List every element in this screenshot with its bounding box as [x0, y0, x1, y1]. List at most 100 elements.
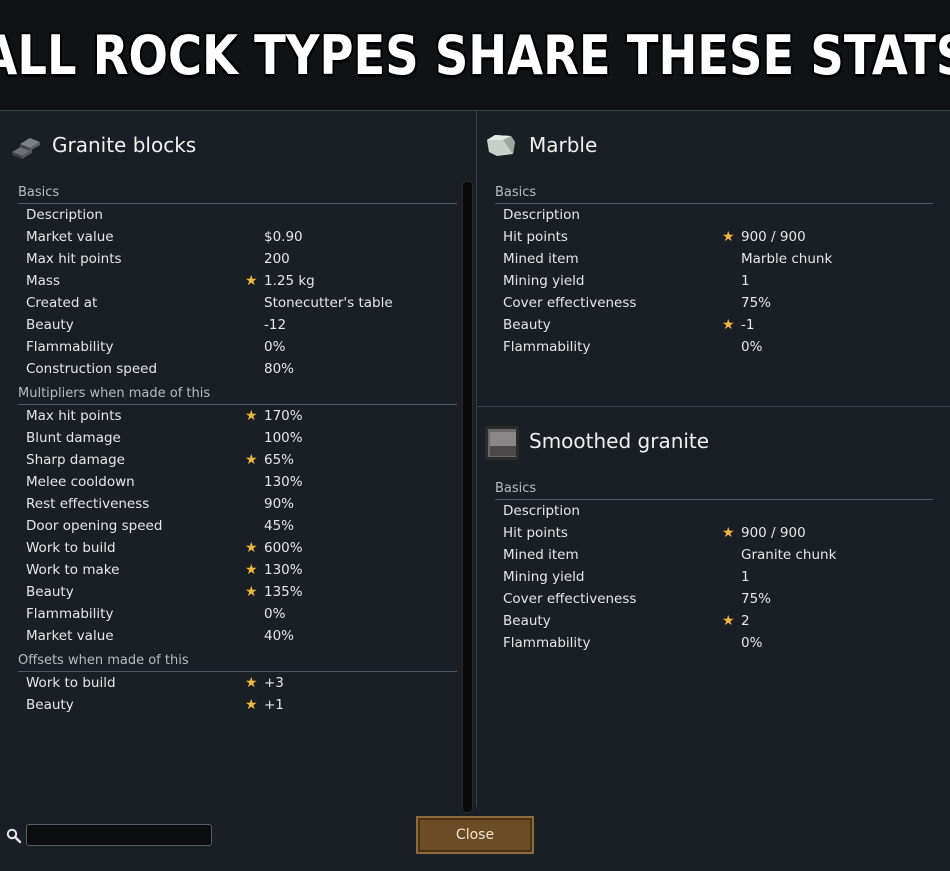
stat-row[interactable]: Beauty -12	[18, 314, 457, 336]
panel-title: Granite blocks	[52, 133, 197, 157]
star-icon: ★	[722, 525, 735, 541]
stat-row[interactable]: Description	[495, 204, 933, 226]
stat-value: 130%	[264, 562, 303, 578]
stat-row[interactable]: Door opening speed 45%	[18, 515, 457, 537]
stat-row[interactable]: Mining yield 1	[495, 270, 933, 292]
stat-row[interactable]: Beauty ★ +1	[18, 694, 457, 716]
panel-title-row: Marble	[485, 127, 597, 163]
stat-value: 75%	[741, 591, 772, 607]
star-icon: ★	[245, 540, 258, 556]
stat-row[interactable]: Max hit points 200	[18, 248, 457, 270]
star-icon: ★	[722, 229, 735, 245]
stat-row[interactable]: Cover effectiveness 75%	[495, 588, 933, 610]
stat-value: 0%	[741, 339, 763, 355]
stat-row[interactable]: Mined item Marble chunk	[495, 248, 933, 270]
stat-value: -12	[264, 317, 287, 333]
stat-value: 0%	[264, 606, 286, 622]
stat-row[interactable]: Flammability 0%	[18, 603, 457, 625]
stat-value: 170%	[264, 408, 303, 424]
stat-row[interactable]: Mining yield 1	[495, 566, 933, 588]
stat-value: Granite chunk	[741, 547, 837, 563]
stat-row[interactable]: Work to build ★ +3	[18, 672, 457, 694]
search-input[interactable]	[26, 824, 212, 846]
stat-label: Rest effectiveness	[26, 496, 150, 512]
stat-row[interactable]: Flammability 0%	[495, 632, 933, 654]
section-label: Offsets when made of this	[18, 651, 457, 672]
stat-row[interactable]: Work to make ★ 130%	[18, 559, 457, 581]
smoothed-granite-panel: Smoothed granite Basics Description Hit p…	[476, 406, 950, 807]
scrollbar[interactable]	[462, 181, 473, 813]
stat-value: 65%	[264, 452, 295, 468]
stat-label: Door opening speed	[26, 518, 163, 534]
star-icon: ★	[245, 408, 258, 424]
stat-row[interactable]: Description	[18, 204, 457, 226]
stat-label: Description	[503, 207, 580, 223]
panel-title: Marble	[529, 133, 598, 157]
stat-label: Description	[26, 207, 103, 223]
star-icon: ★	[245, 697, 258, 713]
stat-label: Hit points	[503, 229, 568, 245]
stat-row[interactable]: Rest effectiveness 90%	[18, 493, 457, 515]
stat-label: Mass	[26, 273, 60, 289]
banner-caption: ALL ROCK TYPES SHARE THESE STATS	[0, 23, 950, 87]
stat-label: Beauty	[503, 317, 551, 333]
stats-section-basics: Basics Description Hit points ★ 900 / 900 Mi…	[495, 479, 933, 654]
stat-value: 1	[741, 569, 750, 585]
stat-row[interactable]: Description	[495, 500, 933, 522]
stat-row[interactable]: Mined item Granite chunk	[495, 544, 933, 566]
stat-value: 90%	[264, 496, 295, 512]
stat-row[interactable]: Construction speed 80%	[18, 358, 457, 380]
stat-row[interactable]: Blunt damage 100%	[18, 427, 457, 449]
stat-value: 900 / 900	[741, 525, 806, 541]
stat-row[interactable]: Market value $0.90	[18, 226, 457, 248]
stat-row[interactable]: Mass ★ 1.25 kg	[18, 270, 457, 292]
info-window: Granite blocks Basics Description Market …	[0, 110, 950, 871]
stat-value: 0%	[741, 635, 763, 651]
stat-label: Work to build	[26, 675, 116, 691]
stat-row[interactable]: Melee cooldown 130%	[18, 471, 457, 493]
stat-label: Melee cooldown	[26, 474, 135, 490]
star-icon: ★	[722, 317, 735, 333]
star-icon: ★	[245, 584, 258, 600]
stat-value: Marble chunk	[741, 251, 833, 267]
marble-panel: Marble Basics Description Hit points ★ 900 …	[476, 111, 950, 405]
stat-row[interactable]: Cover effectiveness 75%	[495, 292, 933, 314]
stat-row[interactable]: Work to build ★ 600%	[18, 537, 457, 559]
star-icon: ★	[722, 613, 735, 629]
stat-label: Blunt damage	[26, 430, 121, 446]
section-label: Basics	[495, 183, 933, 204]
stat-row[interactable]: Flammability 0%	[18, 336, 457, 358]
stat-row[interactable]: Market value 40%	[18, 625, 457, 647]
stat-row[interactable]: Sharp damage ★ 65%	[18, 449, 457, 471]
stat-value: 40%	[264, 628, 295, 644]
stat-value: 200	[264, 251, 290, 267]
stat-value: 1	[741, 273, 750, 289]
stat-row[interactable]: Flammability 0%	[495, 336, 933, 358]
stat-row[interactable]: Hit points ★ 900 / 900	[495, 522, 933, 544]
close-button[interactable]: Close	[416, 816, 534, 854]
stat-value: 600%	[264, 540, 303, 556]
stat-row[interactable]: Max hit points ★ 170%	[18, 405, 457, 427]
stat-label: Work to build	[26, 540, 116, 556]
stat-value: 0%	[264, 339, 286, 355]
stats-section-multipliers: Multipliers when made of this Max hit po…	[18, 384, 457, 647]
stat-label: Market value	[26, 229, 114, 245]
stat-label: Cover effectiveness	[503, 295, 637, 311]
stat-label: Beauty	[26, 584, 74, 600]
stat-label: Flammability	[26, 339, 114, 355]
stat-label: Mined item	[503, 251, 579, 267]
stat-value: 75%	[741, 295, 772, 311]
granite-blocks-icon	[8, 130, 46, 160]
stat-value: 900 / 900	[741, 229, 806, 245]
stat-row[interactable]: Beauty ★ 135%	[18, 581, 457, 603]
stat-label: Cover effectiveness	[503, 591, 637, 607]
marble-icon	[485, 130, 523, 160]
stat-value: 80%	[264, 361, 295, 377]
stat-row[interactable]: Beauty ★ 2	[495, 610, 933, 632]
granite-blocks-panel: Granite blocks Basics Description Market …	[0, 111, 475, 813]
stat-value: 2	[741, 613, 750, 629]
section-label: Basics	[495, 479, 933, 500]
stat-row[interactable]: Hit points ★ 900 / 900	[495, 226, 933, 248]
stat-row[interactable]: Created at Stonecutter's table	[18, 292, 457, 314]
stat-row[interactable]: Beauty ★ -1	[495, 314, 933, 336]
